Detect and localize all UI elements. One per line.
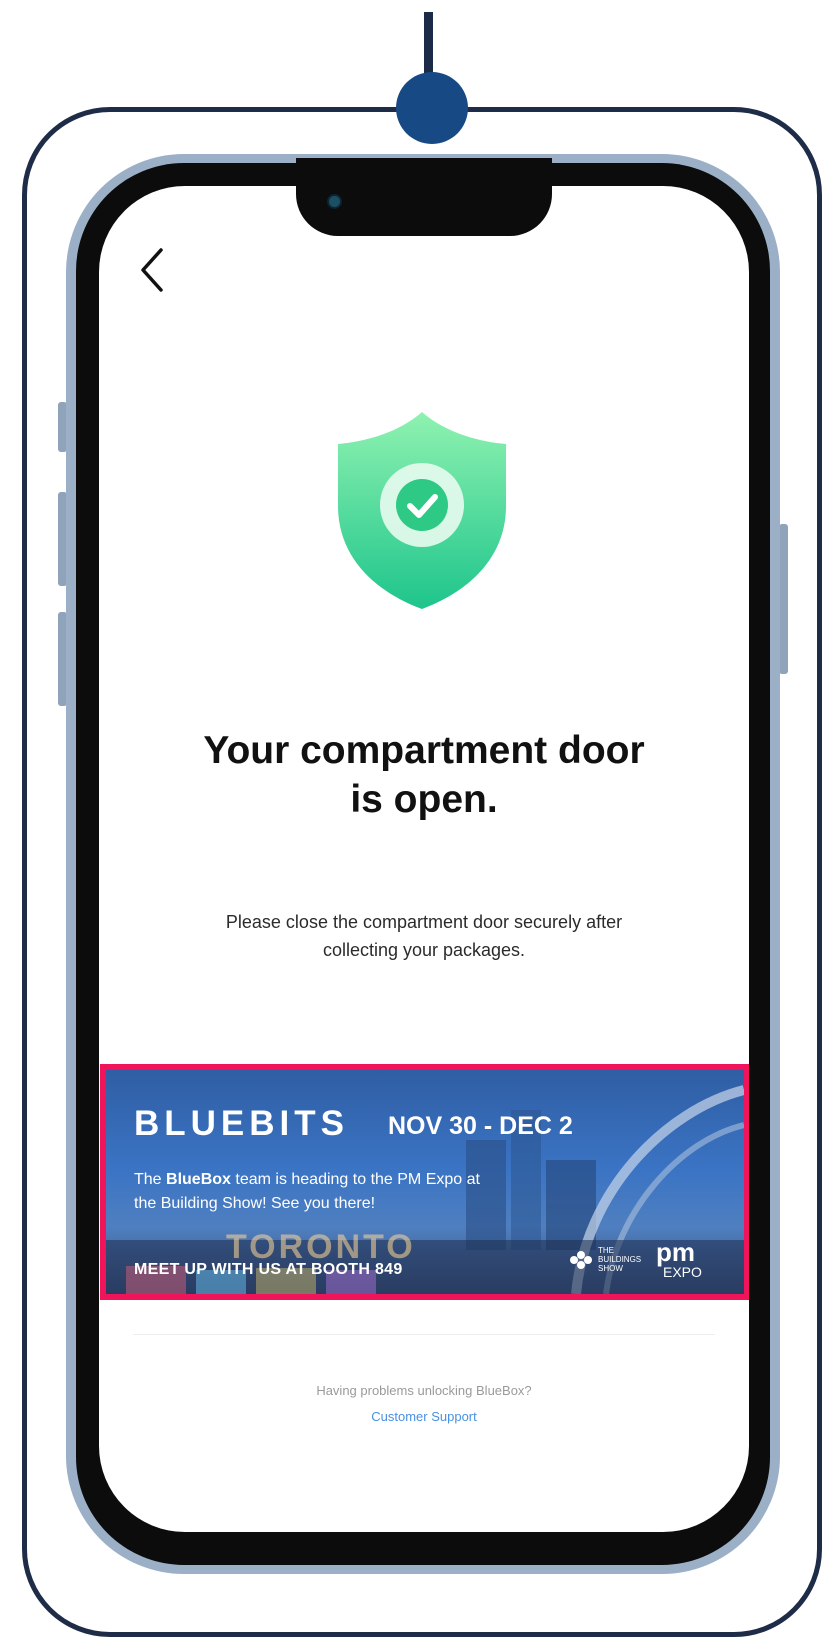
shield-check-icon <box>338 412 506 609</box>
page-title: Your compartment door is open. <box>139 726 709 824</box>
banner-text-bold: BlueBox <box>166 1171 231 1188</box>
customer-support-link[interactable]: Customer Support <box>99 1409 749 1424</box>
pm-expo-logo-pm: pm <box>656 1237 695 1267</box>
footer-divider <box>133 1334 715 1335</box>
instruction-text: Please close the compartment door secure… <box>179 908 669 964</box>
banner-description: The BlueBox team is heading to the PM Ex… <box>134 1168 594 1216</box>
page-title-line2: is open. <box>350 778 498 821</box>
buildings-show-logo: THE BUILDINGS SHOW <box>598 1246 641 1273</box>
buildings-show-line1: THE <box>598 1246 614 1255</box>
banner-event-dates: NOV 30 - DEC 2 <box>388 1112 573 1140</box>
banner-text-prefix: The <box>134 1171 167 1188</box>
back-button[interactable] <box>135 242 175 298</box>
promo-banner[interactable]: BLUEBITS NOV 30 - DEC 2 The BlueBox team… <box>106 1070 744 1294</box>
callout-connector-dot <box>396 72 468 144</box>
banner-brand-logo: BLUEBITS <box>134 1104 349 1143</box>
banner-text-line2: the Building Show! See you there! <box>134 1195 376 1212</box>
banner-text-line1: team is heading to the PM Expo at <box>230 1171 480 1188</box>
chevron-left-icon <box>141 248 163 292</box>
phone-power-button <box>779 524 788 674</box>
app-screen: Your compartment door is open. Please cl… <box>99 186 749 1532</box>
banner-cta-text: MEET UP WITH US AT BOOTH 849 <box>134 1261 403 1278</box>
instruction-line2: collecting your packages. <box>322 940 526 960</box>
front-camera <box>327 194 342 209</box>
buildings-show-line2: BUILDINGS <box>598 1255 642 1264</box>
pm-expo-logo-expo: EXPO <box>663 1264 702 1280</box>
instruction-line1: Please close the compartment door secure… <box>225 912 623 932</box>
buildings-show-line3: SHOW <box>598 1264 623 1273</box>
help-text: Having problems unlocking BlueBox? <box>316 1383 532 1398</box>
buildings-show-logo-icon <box>570 1251 592 1269</box>
page-title-line1: Your compartment door <box>203 729 645 772</box>
